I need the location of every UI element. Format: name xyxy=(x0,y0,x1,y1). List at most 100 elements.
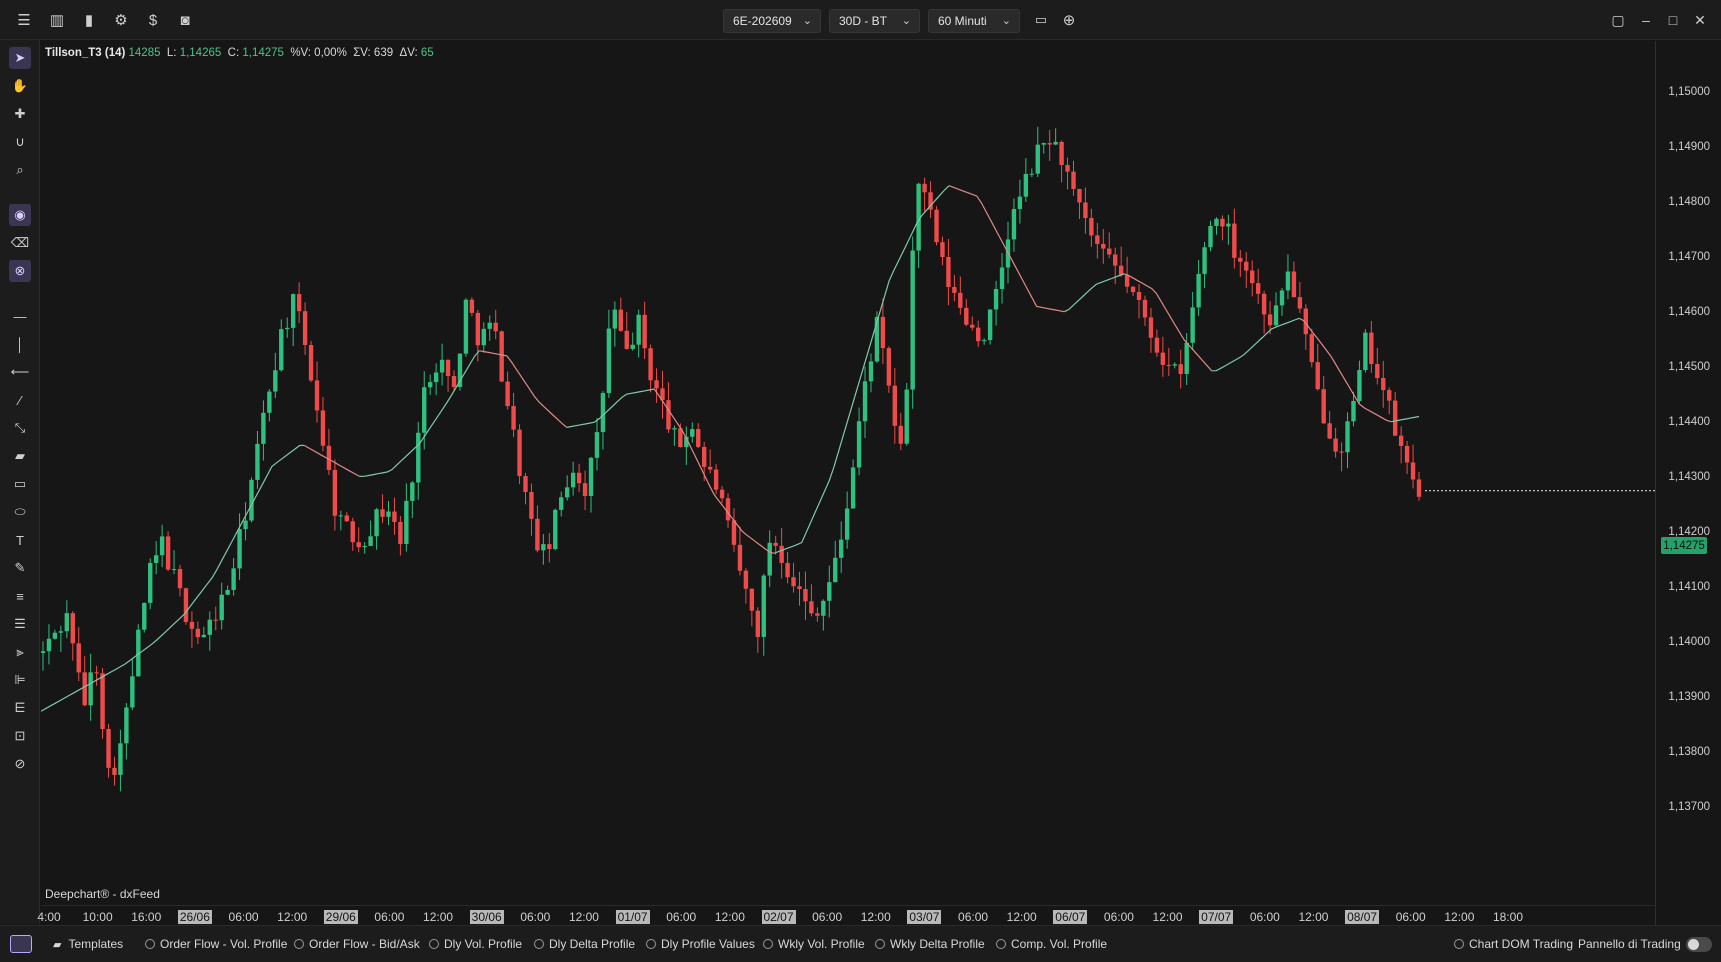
candle-body xyxy=(463,299,469,354)
price-alert-icon[interactable]: ⊡ xyxy=(9,725,31,747)
candle-body xyxy=(165,536,171,570)
template-option-2[interactable]: Order Flow - Bid/Ask xyxy=(294,937,420,951)
template-option-7[interactable]: Wkly Delta Profile xyxy=(875,937,985,951)
trading-panel-toggle[interactable] xyxy=(1686,937,1712,952)
fibonacci-tool-icon[interactable]: ≡ xyxy=(9,585,31,607)
pencil-tool-icon[interactable]: ✎ xyxy=(9,557,31,579)
trend-line-icon[interactable]: ⁄ xyxy=(9,389,31,411)
candle-body xyxy=(481,328,486,346)
candle-body xyxy=(118,743,123,775)
add-icon[interactable]: ⊕ xyxy=(1059,10,1079,30)
candle-body xyxy=(213,619,218,621)
ruler-tool-icon[interactable]: ▰ xyxy=(9,445,31,467)
zoom-tool-icon[interactable]: ⌕ xyxy=(9,159,31,181)
crosshair-tool-icon[interactable]: ✚ xyxy=(9,103,31,125)
timeframe-dropdown[interactable]: 60 Minuti ⌄ xyxy=(928,9,1020,33)
candle-body xyxy=(374,509,379,537)
candles-icon[interactable]: ▥ xyxy=(47,10,67,30)
settings-icon[interactable]: ⚙ xyxy=(111,10,131,30)
path-tool-icon[interactable]: ⤡ xyxy=(9,417,31,439)
candle-body xyxy=(70,613,75,644)
candle-body xyxy=(779,545,784,563)
restore-icon[interactable]: ▢ xyxy=(1608,10,1628,30)
time-tick-label: 06:00 xyxy=(374,910,405,924)
candle-body xyxy=(177,569,183,589)
price-tick-label: 1,13700 xyxy=(1668,801,1710,813)
horizontal-line-icon[interactable]: — xyxy=(9,305,31,327)
text-tool-icon[interactable]: T xyxy=(9,529,31,551)
chart-dom-trading-option[interactable]: Chart DOM Trading xyxy=(1454,937,1573,951)
dollar-icon[interactable]: $ xyxy=(143,10,163,30)
period-dropdown[interactable]: 30D - BT ⌄ xyxy=(829,9,920,33)
template-option-6[interactable]: Wkly Vol. Profile xyxy=(763,937,865,951)
template-option-8[interactable]: Comp. Vol. Profile xyxy=(996,937,1107,951)
volume-profile-tool-icon[interactable]: ⫸ xyxy=(9,641,31,663)
candle-body xyxy=(761,575,766,637)
pointer-tool-icon[interactable]: ➤ xyxy=(9,47,31,69)
candle-body xyxy=(737,544,743,571)
time-alert-icon[interactable]: ⊘ xyxy=(9,753,31,775)
minimize-icon[interactable]: – xyxy=(1636,10,1656,30)
bar-chart-icon[interactable]: ▮ xyxy=(79,10,99,30)
menu-icon[interactable]: ☰ xyxy=(14,10,34,30)
maximize-icon[interactable]: □ xyxy=(1663,10,1683,30)
candle-body xyxy=(696,429,701,447)
candle-body xyxy=(76,643,81,673)
template-option-3[interactable]: Dly Vol. Profile xyxy=(429,937,522,951)
camera-icon[interactable]: ◙ xyxy=(175,10,195,30)
template-option-4[interactable]: Dly Delta Profile xyxy=(534,937,635,951)
radio-icon xyxy=(763,939,773,949)
hand-tool-icon[interactable]: ✋ xyxy=(9,75,31,97)
candle-body xyxy=(404,500,409,544)
candle-body xyxy=(1321,389,1326,424)
fixed-profile-tool-icon[interactable]: ⊫ xyxy=(9,669,31,691)
layout-icon[interactable]: ▭ xyxy=(1031,10,1051,30)
time-tick-label: 12:00 xyxy=(860,910,891,924)
candle-body xyxy=(976,327,981,342)
eye-tool-icon[interactable]: ◉ xyxy=(9,204,31,226)
price-tick-label: 1,13900 xyxy=(1668,691,1710,703)
candle-body xyxy=(499,331,504,382)
candle-body xyxy=(934,209,939,243)
candle-body xyxy=(898,425,903,444)
close-icon[interactable]: ✕ xyxy=(1690,10,1710,30)
price-chart[interactable] xyxy=(41,41,1655,905)
price-axis[interactable]: 1,15000 1,14900 1,14800 1,14700 1,14600 1,145… xyxy=(1655,41,1721,925)
candle-body xyxy=(1136,292,1142,300)
symbol-value: 6E-202609 xyxy=(733,14,792,28)
time-axis[interactable]: 4:00 10:00 16:00 26/06 06:00 12:00 29/06 06:00 1… xyxy=(37,905,1655,925)
candle-body xyxy=(1101,243,1106,249)
template-option-1[interactable]: Order Flow - Vol. Profile xyxy=(145,937,287,951)
magnet-tool-icon[interactable]: ∪ xyxy=(9,131,31,153)
candle-body xyxy=(576,472,582,484)
candle-body xyxy=(475,312,481,346)
time-tick-label: 12:00 xyxy=(1006,910,1037,924)
templates-button[interactable]: ▰ Templates xyxy=(53,937,123,951)
candle-body xyxy=(52,632,58,639)
candle-body xyxy=(1029,173,1035,175)
eraser-tool-icon[interactable]: ⌫ xyxy=(9,232,31,254)
candle-body xyxy=(1154,337,1160,353)
ellipse-tool-icon[interactable]: ⬭ xyxy=(9,501,31,523)
levels-tool-icon[interactable]: ☰ xyxy=(9,613,31,635)
low-value: 1,14265 xyxy=(179,47,222,59)
vertical-line-icon[interactable]: │ xyxy=(9,333,31,355)
candle-body xyxy=(922,183,927,193)
time-tick-label: 06:00 xyxy=(1103,910,1134,924)
candle-body xyxy=(94,672,99,674)
candle-body xyxy=(570,472,576,488)
ray-line-icon[interactable]: ⟵ xyxy=(9,361,31,383)
candle-body xyxy=(1113,254,1118,266)
candle-body xyxy=(249,479,254,521)
range-tool-icon[interactable]: ⋿ xyxy=(9,697,31,719)
magnet-snap-icon[interactable]: ⊗ xyxy=(9,260,31,282)
template-option-5[interactable]: Dly Profile Values xyxy=(646,937,755,951)
candle-body xyxy=(1357,370,1362,401)
candle-body xyxy=(1226,223,1231,227)
symbol-dropdown[interactable]: 6E-202609 ⌄ xyxy=(723,9,821,33)
candle-body xyxy=(767,542,772,576)
candle-body xyxy=(1339,451,1344,453)
templates-icon[interactable] xyxy=(10,935,32,953)
time-tick-label: 07/07 xyxy=(1199,910,1234,924)
rectangle-tool-icon[interactable]: ▭ xyxy=(9,473,31,495)
